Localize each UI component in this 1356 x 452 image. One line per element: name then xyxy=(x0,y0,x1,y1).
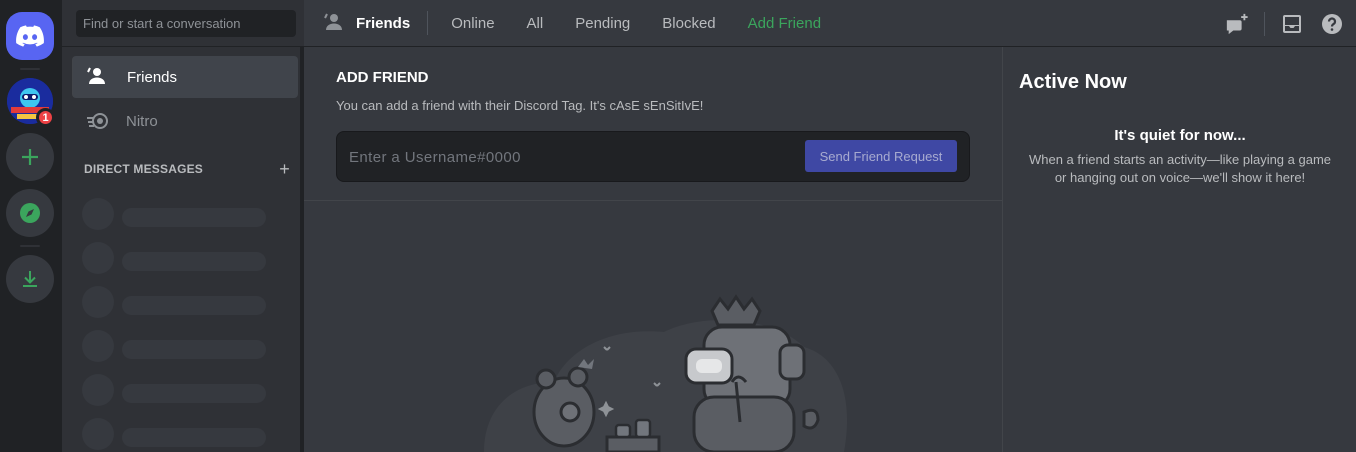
dm-sidebar: Friends Nitro DIRECT MESSAGES + xyxy=(62,0,304,452)
inbox-button[interactable] xyxy=(1280,12,1304,36)
explore-servers-button[interactable] xyxy=(6,189,54,237)
direct-messages-header: DIRECT MESSAGES + xyxy=(84,160,290,178)
sidebar-item-friends[interactable]: Friends xyxy=(72,56,298,98)
sidebar-item-label: Friends xyxy=(127,68,178,86)
active-now-panel: Active Now It's quiet for now... When a … xyxy=(1002,47,1356,452)
download-apps-button[interactable] xyxy=(6,255,54,303)
inbox-icon xyxy=(1283,14,1301,33)
main-content: ADD FRIEND You can add a friend with the… xyxy=(304,47,1002,452)
add-friend-section: ADD FRIEND You can add a friend with the… xyxy=(304,47,1002,201)
header-toolbar xyxy=(1225,0,1356,47)
tab-all[interactable]: All xyxy=(519,13,552,34)
tab-add-friend[interactable]: Add Friend xyxy=(740,13,829,34)
wumpus-illustration xyxy=(484,294,848,452)
add-server-button[interactable] xyxy=(6,133,54,181)
active-now-empty-description: When a friend starts an activity—like pl… xyxy=(1028,152,1332,185)
add-friend-form: Send Friend Request xyxy=(336,131,970,182)
username-input[interactable] xyxy=(349,144,789,170)
dm-placeholder xyxy=(82,330,272,362)
active-now-title: Active Now xyxy=(1019,71,1127,93)
dm-placeholder xyxy=(82,286,272,318)
rail-separator xyxy=(20,68,40,70)
search-input[interactable] xyxy=(76,10,296,37)
sidebar-item-label: Nitro xyxy=(126,112,158,130)
new-group-dm-icon xyxy=(1226,13,1248,34)
dm-placeholder xyxy=(82,418,272,450)
plus-icon xyxy=(22,149,38,165)
send-friend-request-button[interactable]: Send Friend Request xyxy=(805,140,957,172)
dm-placeholder xyxy=(82,198,272,230)
tab-online[interactable]: Online xyxy=(443,13,502,34)
server-rail: 1 xyxy=(0,0,62,452)
rail-separator xyxy=(20,245,40,247)
page-title-label: Friends xyxy=(356,14,411,32)
search-bar xyxy=(62,0,304,47)
notification-badge: 1 xyxy=(36,108,55,127)
help-button[interactable] xyxy=(1320,12,1344,36)
compass-icon xyxy=(20,203,40,223)
add-friend-title: ADD FRIEND xyxy=(336,69,429,86)
discord-logo-icon xyxy=(16,25,44,47)
page-title: Friends xyxy=(324,11,410,35)
toolbar-divider xyxy=(1264,11,1265,36)
active-now-empty-title: It's quiet for now... xyxy=(1114,127,1246,144)
home-button[interactable] xyxy=(6,12,54,60)
add-friend-description: You can add a friend with their Discord … xyxy=(336,98,704,113)
tab-blocked[interactable]: Blocked xyxy=(654,13,723,34)
dm-header-label: DIRECT MESSAGES xyxy=(84,162,204,176)
friends-header: Friends Online All Pending Blocked Add F… xyxy=(304,0,1356,47)
help-icon xyxy=(1322,13,1342,34)
dm-placeholder xyxy=(82,242,272,274)
dm-placeholder xyxy=(82,374,272,406)
header-divider xyxy=(427,11,429,35)
sidebar-item-nitro[interactable]: Nitro xyxy=(72,100,298,142)
tab-pending[interactable]: Pending xyxy=(567,13,638,34)
friends-icon xyxy=(87,65,111,89)
create-dm-button[interactable]: + xyxy=(279,160,290,178)
friends-icon xyxy=(324,11,348,35)
new-group-dm-button[interactable] xyxy=(1225,12,1249,36)
nitro-icon xyxy=(86,109,110,133)
download-icon xyxy=(23,271,37,287)
